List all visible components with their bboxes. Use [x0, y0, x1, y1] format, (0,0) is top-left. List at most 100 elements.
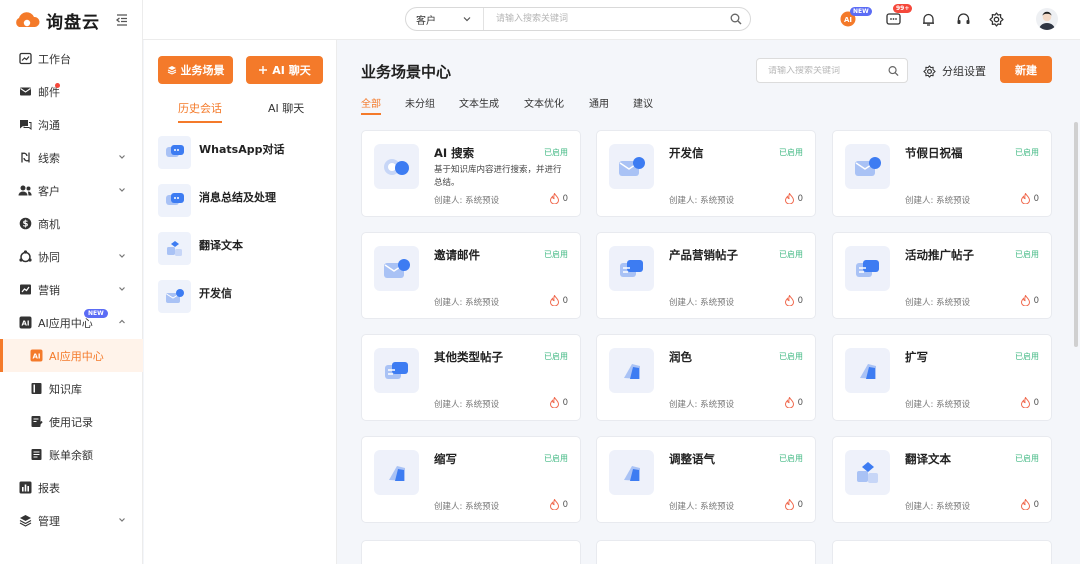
sidebar-item-communication[interactable]: 沟通	[0, 108, 143, 141]
sidebar-subitem-usage-records[interactable]: 使用记录	[0, 405, 143, 438]
pen-doc-icon	[609, 348, 654, 393]
sidebar-item-management[interactable]: 管理	[0, 504, 143, 537]
tab-general[interactable]: 通用	[589, 95, 609, 110]
popularity-value: 0	[797, 295, 803, 306]
scene-card-partial[interactable]	[832, 540, 1052, 564]
business-scene-button[interactable]: 业务场景	[158, 56, 233, 84]
status-badge: 已启用	[779, 148, 803, 157]
notifications-button[interactable]	[920, 11, 936, 27]
group-settings-button[interactable]: 分组设置	[923, 63, 986, 79]
tab-text-generation[interactable]: 文本生成	[459, 95, 499, 110]
gear-icon	[988, 11, 1004, 27]
scene-card[interactable]: 开发信 已启用 创建人: 系统预设 0	[596, 130, 816, 217]
sidebar-subitem-knowledge-base[interactable]: 知识库	[0, 372, 143, 405]
sidebar-item-customers[interactable]: 客户	[0, 174, 143, 207]
scene-card[interactable]: 调整语气 已启用 创建人: 系统预设 0	[596, 436, 816, 523]
flame-icon	[1020, 397, 1030, 408]
sidebar-item-ai-center[interactable]: AI AI应用中心 NEW	[0, 306, 143, 339]
tab-suggestions[interactable]: 建议	[633, 95, 653, 110]
card-description: 基于知识库内容进行搜索，并进行总结。	[434, 165, 562, 188]
sidebar-item-mail[interactable]: 邮件	[0, 75, 143, 108]
flame-icon	[784, 193, 794, 204]
search-scope-select[interactable]: 客户	[406, 8, 484, 30]
popularity-value: 0	[797, 397, 803, 408]
scene-card[interactable]: 缩写 已启用 创建人: 系统预设 0	[361, 436, 581, 523]
scene-card-partial[interactable]	[361, 540, 581, 564]
search-button[interactable]	[722, 13, 750, 25]
sidebar-item-marketing[interactable]: 营销	[0, 273, 143, 306]
sidebar-item-workbench[interactable]: 工作台	[0, 42, 143, 75]
settings-layers-icon	[18, 514, 32, 528]
card-creator: 创建人: 系统预设	[669, 400, 735, 410]
global-search: 客户	[405, 7, 751, 31]
scene-card[interactable]: 节假日祝福 已启用 创建人: 系统预设 0	[832, 130, 1052, 217]
popularity-value: 0	[562, 193, 568, 204]
new-scene-button[interactable]: 新建	[1000, 56, 1052, 83]
tab-text-optimization[interactable]: 文本优化	[524, 95, 564, 110]
status-badge: 已启用	[1015, 250, 1039, 259]
sidebar-item-reports[interactable]: 报表	[0, 471, 143, 504]
card-title: AI 搜索	[434, 146, 475, 160]
chevron-up-icon	[119, 319, 125, 324]
status-badge: 已启用	[544, 352, 568, 361]
messages-button[interactable]	[885, 11, 901, 27]
search-doc-icon	[374, 144, 419, 189]
sidebar-item-leads[interactable]: 线索	[0, 141, 143, 174]
chevron-down-icon	[119, 287, 125, 291]
tab-ai-chat[interactable]: AI 聊天	[268, 100, 304, 116]
sidebar-item-label: 沟通	[38, 118, 60, 132]
sidebar-item-opportunities[interactable]: $ 商机	[0, 207, 143, 240]
history-item[interactable]: WhatsApp对话	[158, 136, 328, 170]
user-avatar[interactable]	[1036, 8, 1058, 30]
history-item[interactable]: 开发信	[158, 280, 328, 314]
card-creator: 创建人: 系统预设	[434, 400, 500, 410]
scene-card[interactable]: 活动推广帖子 已启用 创建人: 系统预设 0	[832, 232, 1052, 319]
history-item[interactable]: 消息总结及处理	[158, 184, 328, 218]
history-item[interactable]: 翻译文本	[158, 232, 328, 266]
chevron-down-icon	[463, 17, 471, 22]
pen-doc-icon	[609, 450, 654, 495]
chevron-down-icon	[119, 188, 125, 192]
unread-dot	[55, 83, 60, 88]
scene-card[interactable]: 翻译文本 已启用 创建人: 系统预设 0	[832, 436, 1052, 523]
sidebar-subitem-bill-balance[interactable]: 账单余额	[0, 438, 143, 471]
sidebar-item-collaboration[interactable]: 协同	[0, 240, 143, 273]
collapse-menu-icon[interactable]	[115, 13, 129, 27]
search-icon[interactable]	[888, 65, 899, 77]
scene-card[interactable]: 产品营销帖子 已启用 创建人: 系统预设 0	[596, 232, 816, 319]
scene-card-partial[interactable]	[596, 540, 816, 564]
support-button[interactable]	[955, 11, 971, 27]
scene-center: 业务场景中心 分组设置 新建 全部 未分组 文本生成 文本优化 通用 建议 AI…	[338, 40, 1080, 564]
settings-button[interactable]	[988, 11, 1004, 27]
sidebar-subitem-ai-center[interactable]: AI AI应用中心	[0, 339, 143, 372]
card-creator: 创建人: 系统预设	[905, 196, 971, 206]
business-scene-label: 业务场景	[180, 64, 225, 77]
search-input[interactable]	[484, 8, 722, 30]
scene-card[interactable]: 扩写 已启用 创建人: 系统预设 0	[832, 334, 1052, 421]
popularity-value: 0	[562, 295, 568, 306]
tab-all[interactable]: 全部	[361, 95, 381, 110]
scene-card[interactable]: AI 搜索 已启用 基于知识库内容进行搜索，并进行总结。 创建人: 系统预设 0	[361, 130, 581, 217]
keyword-search-input[interactable]	[757, 65, 888, 76]
flame-icon	[784, 397, 794, 408]
scene-card[interactable]: 其他类型帖子 已启用 创建人: 系统预设 0	[361, 334, 581, 421]
tab-history[interactable]: 历史会话	[178, 100, 222, 116]
chat-icon	[18, 118, 32, 132]
card-title: 产品营销帖子	[669, 248, 738, 262]
chevron-down-icon	[119, 254, 125, 258]
card-title: 其他类型帖子	[434, 350, 503, 364]
bill-icon	[29, 448, 43, 462]
scene-card[interactable]: 邀请邮件 已启用 创建人: 系统预设 0	[361, 232, 581, 319]
sidebar-item-label: 客户	[38, 184, 60, 198]
sidebar-item-label: 管理	[38, 514, 60, 528]
status-badge: 已启用	[544, 454, 568, 463]
ai-chat-button[interactable]: AI 聊天	[246, 56, 323, 84]
scrollbar[interactable]	[1074, 122, 1078, 347]
card-creator: 创建人: 系统预设	[905, 502, 971, 512]
history-item-label: 翻译文本	[199, 239, 243, 252]
brand-logo[interactable]: 询盘云	[14, 9, 100, 33]
post-card-icon	[374, 348, 419, 393]
message-icon	[885, 12, 901, 25]
tab-ungrouped[interactable]: 未分组	[405, 95, 435, 110]
scene-card[interactable]: 润色 已启用 创建人: 系统预设 0	[596, 334, 816, 421]
